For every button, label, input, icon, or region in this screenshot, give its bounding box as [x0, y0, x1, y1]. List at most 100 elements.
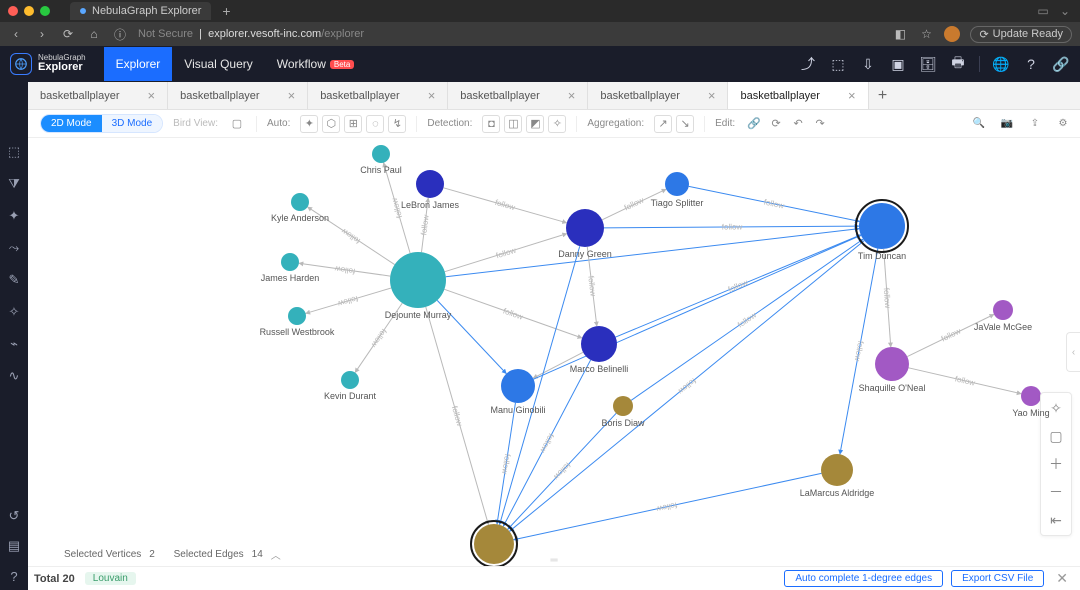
database-icon[interactable]: 🗄 [919, 55, 937, 73]
close-icon[interactable]: × [148, 88, 156, 103]
bird-view-toggle-icon[interactable]: ▢ [228, 115, 246, 133]
graph-node[interactable] [821, 454, 853, 486]
nav-explorer[interactable]: Explorer [104, 47, 173, 81]
fullscreen-icon[interactable]: ▢ [1045, 425, 1067, 447]
doc-tab[interactable]: basketballplayer× [588, 82, 728, 109]
graph-edge[interactable] [306, 288, 392, 313]
graph-edge[interactable] [909, 368, 1022, 394]
browser-tab[interactable]: NebulaGraph Explorer [70, 2, 211, 20]
rail-filter-icon[interactable]: ⧩ [6, 176, 22, 192]
layout-force-icon[interactable]: ✦ [300, 115, 318, 133]
detect-3-icon[interactable]: ◩ [526, 115, 544, 133]
graph-edge[interactable] [443, 188, 566, 223]
graph-edge[interactable] [604, 226, 859, 228]
graph-node[interactable] [390, 252, 446, 308]
edit-link-icon[interactable]: 🔗 [745, 115, 763, 133]
edit-refresh-icon[interactable]: ⟳ [767, 115, 785, 133]
update-badge[interactable]: ⟳ Update Ready [970, 26, 1072, 43]
edit-redo-icon[interactable]: ↷ [811, 115, 829, 133]
graph-node[interactable] [875, 347, 909, 381]
graph-edge[interactable] [444, 289, 582, 338]
app-logo[interactable]: NebulaGraph Explorer [10, 53, 86, 75]
autocomplete-edges-button[interactable]: Auto complete 1-degree edges [784, 570, 943, 587]
sidebar-icon[interactable]: ▭ [1036, 4, 1050, 18]
globe-icon[interactable]: 🌐 [992, 55, 1010, 73]
graph-edge[interactable] [689, 186, 860, 221]
reset-icon[interactable]: ⇤ [1045, 509, 1067, 531]
doc-tab[interactable]: basketballplayer× [728, 82, 868, 109]
graph-edge[interactable] [907, 314, 994, 356]
graph-edge[interactable] [616, 235, 861, 337]
close-icon[interactable]: × [708, 88, 716, 103]
graph-node[interactable] [993, 300, 1013, 320]
profile-avatar[interactable] [944, 26, 960, 42]
window-min-dot[interactable] [24, 6, 34, 16]
layout-tree-icon[interactable]: ⬡ [322, 115, 340, 133]
rail-bookmark-icon[interactable]: ✧ [6, 304, 22, 320]
doc-tab[interactable]: basketballplayer× [448, 82, 588, 109]
doc-tab[interactable]: basketballplayer× [28, 82, 168, 109]
graph-node[interactable] [474, 524, 514, 564]
download-icon[interactable]: ⇩ [859, 55, 877, 73]
right-drawer-handle[interactable]: ‹ [1066, 332, 1080, 372]
graph-canvas[interactable]: ‹ ✧ ▢ ＋ － ⇤ Selected Vertices 2 Selected… [28, 138, 1080, 566]
window-max-dot[interactable] [40, 6, 50, 16]
rail-table-icon[interactable]: ▤ [6, 538, 22, 554]
doc-tab[interactable]: basketballplayer× [168, 82, 308, 109]
home-icon[interactable]: ⌂ [86, 26, 102, 42]
export-icon[interactable]: ⇪ [1026, 115, 1044, 133]
graph-edge[interactable] [445, 234, 567, 272]
layout-dag-icon[interactable]: ↯ [388, 115, 406, 133]
close-icon[interactable]: × [428, 88, 436, 103]
rail-lasso-icon[interactable]: ∿ [6, 368, 22, 384]
graph-edge[interactable] [508, 413, 617, 529]
link-icon[interactable]: 🔗 [1052, 55, 1070, 73]
nav-workflow[interactable]: WorkflowBeta [265, 47, 367, 81]
help-icon[interactable]: ? [1022, 55, 1040, 73]
tree-icon[interactable]: ⬚ [829, 55, 847, 73]
graph-edge[interactable] [884, 249, 891, 347]
window-icon[interactable]: ▣ [889, 55, 907, 73]
url-text[interactable]: Not Secure | explorer.vesoft-inc.com/exp… [138, 28, 364, 40]
window-close-dot[interactable] [8, 6, 18, 16]
deaggregate-icon[interactable]: ↘ [676, 115, 694, 133]
bookmark-icon[interactable]: ☆ [918, 26, 934, 42]
graph-node[interactable] [281, 253, 299, 271]
graph-edge[interactable] [497, 403, 515, 524]
graph-node[interactable] [341, 371, 359, 389]
forward-icon[interactable]: › [34, 26, 50, 42]
graph-node[interactable] [1021, 386, 1041, 406]
algorithm-chip[interactable]: Louvain [85, 572, 136, 585]
graph-node[interactable] [291, 193, 309, 211]
close-icon[interactable]: × [288, 88, 296, 103]
close-icon[interactable]: × [848, 88, 856, 103]
graph-node[interactable] [372, 145, 390, 163]
detect-1-icon[interactable]: ◘ [482, 115, 500, 133]
graph-node[interactable] [566, 209, 604, 247]
close-panel-icon[interactable]: ✕ [1052, 570, 1072, 587]
extension-icon[interactable]: ◧ [892, 26, 908, 42]
mode-2d-button[interactable]: 2D Mode [41, 115, 102, 132]
graph-node[interactable] [581, 326, 617, 362]
graph-node[interactable] [859, 203, 905, 249]
snapshot-icon[interactable]: 📷 [998, 115, 1016, 133]
rail-help-icon[interactable]: ? [6, 568, 22, 584]
back-icon[interactable]: ‹ [8, 26, 24, 42]
graph-node[interactable] [416, 170, 444, 198]
resize-handle-icon[interactable]: ═ [550, 555, 557, 566]
zoom-in-icon[interactable]: ＋ [1045, 453, 1067, 475]
layout-radial-icon[interactable]: ◌ [366, 115, 384, 133]
chevron-down-icon[interactable]: ⌄ [1058, 4, 1072, 18]
graph-edge[interactable] [840, 249, 878, 455]
graph-edge[interactable] [446, 229, 859, 277]
edit-undo-icon[interactable]: ↶ [789, 115, 807, 133]
print-icon[interactable]: 🖶 [949, 55, 967, 73]
detect-4-icon[interactable]: ✧ [548, 115, 566, 133]
detect-2-icon[interactable]: ◫ [504, 115, 522, 133]
share-icon[interactable]: ⤴ [799, 55, 817, 73]
export-csv-button[interactable]: Export CSV File [951, 570, 1044, 587]
new-tab-button[interactable]: + [869, 82, 897, 109]
rail-path-icon[interactable]: ⤳ [6, 240, 22, 256]
graph-edge[interactable] [631, 239, 863, 400]
layout-grid-icon[interactable]: ⊞ [344, 115, 362, 133]
